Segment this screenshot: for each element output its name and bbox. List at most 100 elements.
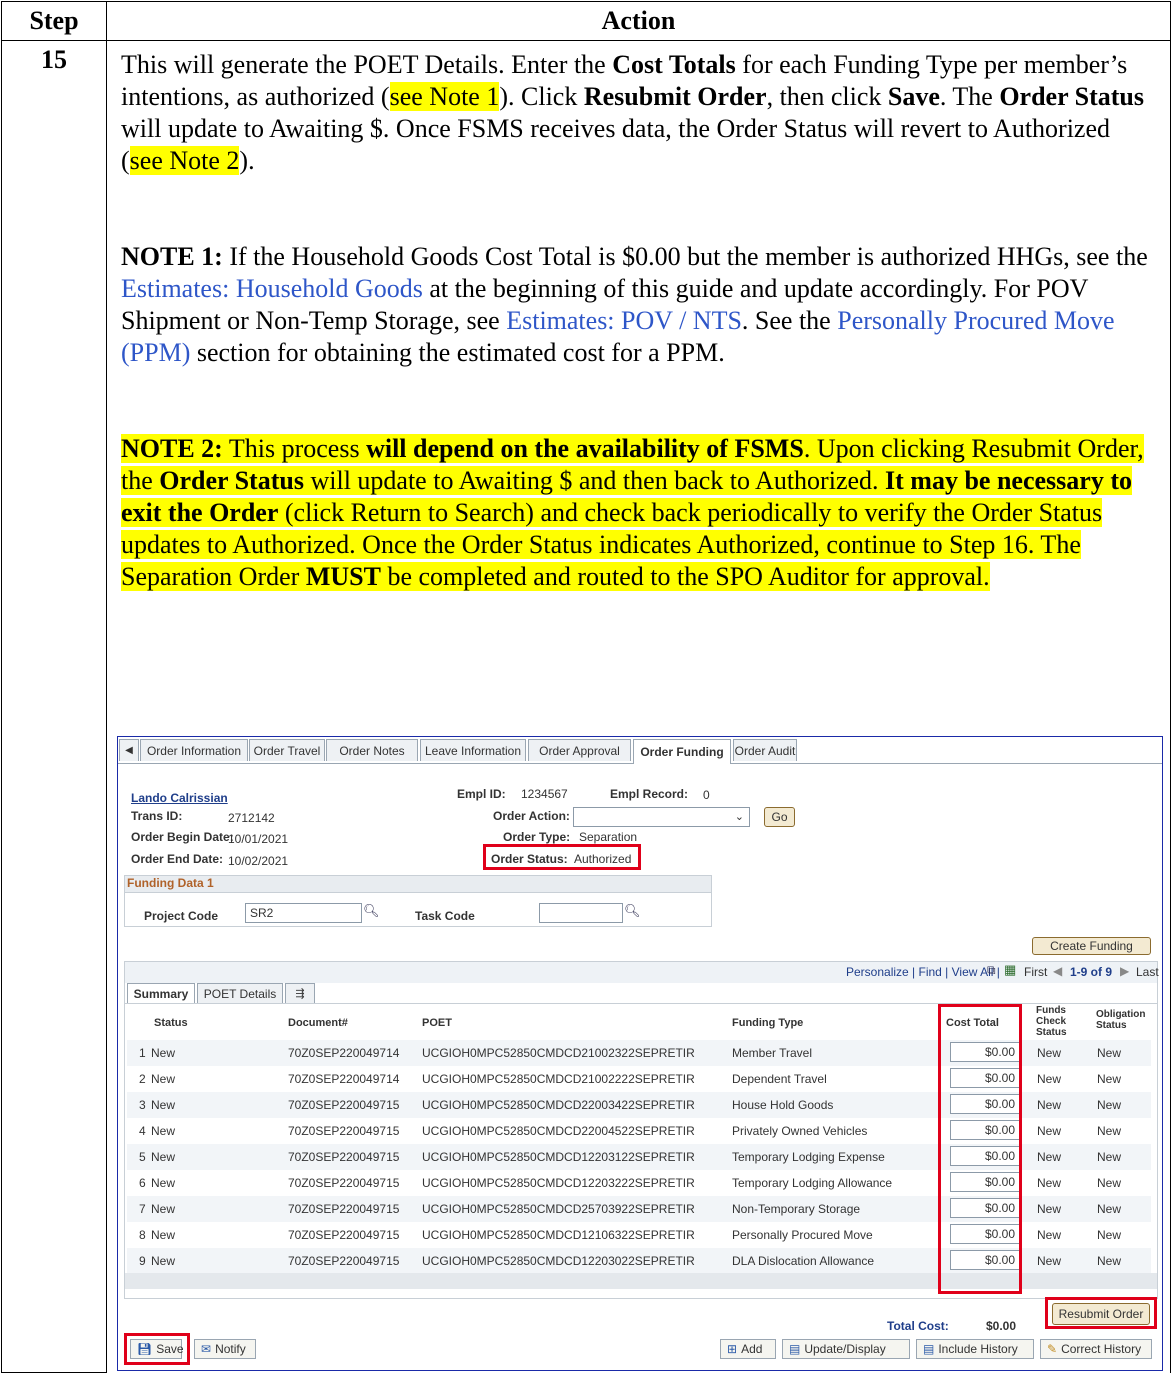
row-status: New bbox=[151, 1254, 176, 1268]
row-status: New bbox=[151, 1124, 176, 1138]
create-funding-button[interactable]: Create Funding bbox=[1032, 937, 1151, 955]
step-number: 15 bbox=[41, 45, 67, 74]
total-cost-value: $0.00 bbox=[986, 1319, 1017, 1333]
add-button[interactable]: ⊞ Add bbox=[720, 1339, 776, 1359]
row-status: New bbox=[151, 1150, 176, 1164]
include-history-button[interactable]: ▤ Include History bbox=[916, 1339, 1034, 1359]
notify-icon: ✉ bbox=[201, 1342, 212, 1356]
download-icon[interactable]: ▦ bbox=[1004, 962, 1016, 978]
task-code-input[interactable] bbox=[539, 903, 623, 923]
project-code-label: Project Code bbox=[144, 909, 219, 923]
tab-order-information[interactable]: Order Information bbox=[140, 739, 248, 761]
row-document: 70Z0SEP220049714 bbox=[288, 1046, 400, 1060]
order-begin-value: 10/01/2021 bbox=[228, 832, 289, 846]
row-funds-check: New bbox=[1037, 1202, 1062, 1216]
zoom-icon[interactable]: ⧉ bbox=[987, 963, 996, 978]
search-icon[interactable]: 🔍︎ bbox=[363, 903, 380, 919]
correct-history-button[interactable]: ✎ Correct History bbox=[1040, 1339, 1152, 1359]
order-action-label: Order Action: bbox=[493, 809, 570, 823]
note-1: NOTE 1: If the Household Goods Cost Tota… bbox=[121, 242, 1148, 367]
trans-id-label: Trans ID: bbox=[131, 809, 183, 823]
row-number: 5 bbox=[139, 1150, 146, 1164]
row-status: New bbox=[151, 1176, 176, 1190]
save-highlight bbox=[124, 1333, 190, 1365]
row-funds-check: New bbox=[1037, 1098, 1062, 1112]
go-button[interactable]: Go bbox=[764, 807, 795, 827]
col-status: Status bbox=[154, 1017, 188, 1029]
household-goods-link[interactable]: Estimates: Household Goods bbox=[121, 274, 423, 303]
subtab-poet-details[interactable]: POET Details bbox=[197, 983, 283, 1003]
row-status: New bbox=[151, 1228, 176, 1242]
col-document: Document# bbox=[288, 1017, 348, 1029]
tab-order-travel[interactable]: Order Travel bbox=[249, 739, 325, 761]
row-funds-check: New bbox=[1037, 1124, 1062, 1138]
row-funding-type: House Hold Goods bbox=[732, 1098, 834, 1112]
order-type-label: Order Type: bbox=[503, 830, 571, 844]
row-obligation: New bbox=[1097, 1072, 1122, 1086]
grid-nav-links[interactable]: Personalize | Find | View All | bbox=[846, 965, 1000, 979]
row-poet: UCGIOH0MPC52850CMDCD25703922SEPRETIR bbox=[422, 1202, 695, 1216]
grid-last-label: Last bbox=[1136, 965, 1159, 979]
tab-scroll-left[interactable]: ◀ bbox=[119, 739, 139, 761]
row-poet: UCGIOH0MPC52850CMDCD12106322SEPRETIR bbox=[422, 1228, 695, 1242]
row-number: 3 bbox=[139, 1098, 146, 1112]
order-tabs: ◀ Order Information Order Travel Order N… bbox=[118, 737, 1162, 764]
search-icon[interactable]: 🔍︎ bbox=[624, 903, 641, 919]
row-funds-check: New bbox=[1037, 1228, 1062, 1242]
update-display-button[interactable]: ▤ Update/Display bbox=[782, 1339, 910, 1359]
instruction-paragraph: This will generate the POET Details. Ent… bbox=[121, 50, 1145, 175]
row-obligation: New bbox=[1097, 1046, 1122, 1060]
empl-record-value: 0 bbox=[703, 788, 710, 802]
step-column-header: Step bbox=[1, 1, 107, 41]
row-number: 7 bbox=[139, 1202, 146, 1216]
tab-order-notes[interactable]: Order Notes bbox=[326, 739, 418, 761]
tab-order-approval[interactable]: Order Approval bbox=[528, 739, 631, 761]
row-document: 70Z0SEP220049715 bbox=[288, 1124, 400, 1138]
notify-button[interactable]: ✉ Notify bbox=[194, 1339, 256, 1359]
col-funds-check: Funds Check Status bbox=[1036, 1005, 1067, 1038]
row-document: 70Z0SEP220049715 bbox=[288, 1202, 400, 1216]
row-funds-check: New bbox=[1037, 1046, 1062, 1060]
funding-data-title: Funding Data 1 bbox=[125, 876, 711, 893]
empl-id-value: 1234567 bbox=[521, 787, 568, 801]
grid-range: 1-9 of 9 bbox=[1070, 965, 1113, 979]
row-document: 70Z0SEP220049715 bbox=[288, 1150, 400, 1164]
row-status: New bbox=[151, 1046, 176, 1060]
row-funding-type: Temporary Lodging Allowance bbox=[732, 1176, 893, 1190]
row-funds-check: New bbox=[1037, 1150, 1062, 1164]
row-obligation: New bbox=[1097, 1176, 1122, 1190]
previous-icon[interactable]: ◀ bbox=[1053, 964, 1062, 978]
grid-toolbar bbox=[125, 962, 1157, 983]
pov-nts-link[interactable]: Estimates: POV / NTS bbox=[506, 306, 742, 335]
task-code-label: Task Code bbox=[415, 909, 475, 923]
pencil-icon: ✎ bbox=[1047, 1342, 1058, 1356]
member-name-link[interactable]: Lando Calrissian bbox=[131, 791, 228, 805]
show-all-columns-icon[interactable]: ⇶ bbox=[285, 983, 315, 1003]
row-number: 8 bbox=[139, 1228, 146, 1242]
project-code-input[interactable]: SR2 bbox=[245, 903, 362, 923]
add-icon: ⊞ bbox=[727, 1342, 738, 1356]
row-poet: UCGIOH0MPC52850CMDCD12203022SEPRETIR bbox=[422, 1254, 695, 1268]
empl-record-label: Empl Record: bbox=[610, 787, 689, 801]
tab-leave-information[interactable]: Leave Information bbox=[420, 739, 526, 761]
row-obligation: New bbox=[1097, 1254, 1122, 1268]
history-icon: ▤ bbox=[923, 1342, 935, 1356]
order-type-value: Separation bbox=[579, 830, 638, 844]
grid-first-label: First bbox=[1024, 965, 1048, 979]
row-funding-type: DLA Dislocation Allowance bbox=[732, 1254, 875, 1268]
next-icon[interactable]: ▶ bbox=[1120, 964, 1129, 978]
tab-order-funding[interactable]: Order Funding bbox=[633, 739, 731, 764]
row-status: New bbox=[151, 1072, 176, 1086]
row-status: New bbox=[151, 1098, 176, 1112]
tab-order-audit[interactable]: Order Audit bbox=[733, 739, 797, 761]
subtab-summary[interactable]: Summary bbox=[127, 983, 195, 1003]
row-obligation: New bbox=[1097, 1202, 1122, 1216]
note2-reference: see Note 2 bbox=[129, 146, 240, 175]
row-obligation: New bbox=[1097, 1228, 1122, 1242]
total-cost-label: Total Cost: bbox=[887, 1319, 949, 1333]
row-funds-check: New bbox=[1037, 1254, 1062, 1268]
order-action-select[interactable]: ⌄ bbox=[573, 807, 750, 827]
row-number: 1 bbox=[139, 1046, 146, 1060]
row-funds-check: New bbox=[1037, 1176, 1062, 1190]
order-status-highlight bbox=[483, 844, 641, 870]
